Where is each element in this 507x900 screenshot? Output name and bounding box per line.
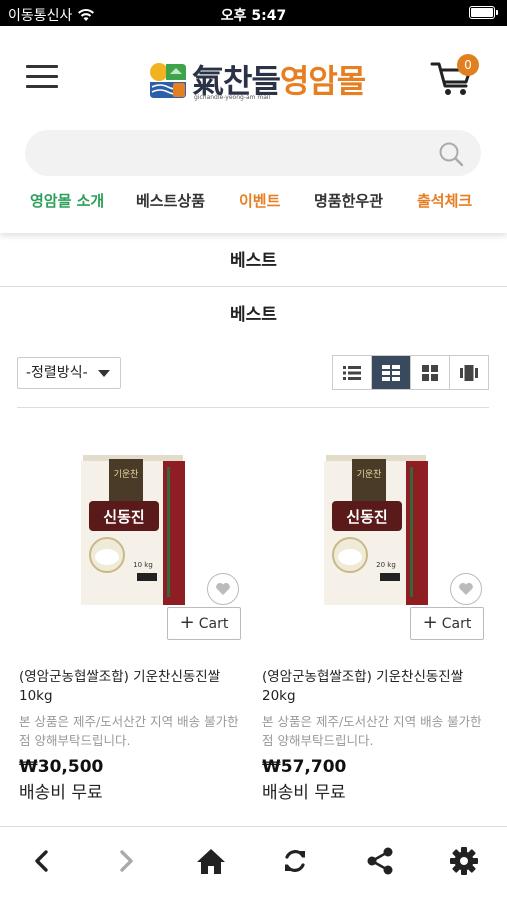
product-description: 본 상품은 제주/도서산간 지역 배송 불가한 점 양해부탁드립니다. (19, 714, 239, 748)
breadcrumb-title: 베스트 (230, 251, 277, 271)
search-bar (25, 130, 481, 176)
bag-label: 신동진 (346, 508, 387, 526)
status-bar: 이동통신사 오후 5:47 (0, 0, 507, 26)
refresh-icon (285, 850, 305, 872)
chevron-right-icon (120, 850, 133, 872)
list-view-button[interactable] (333, 356, 372, 389)
heart-icon (216, 582, 230, 595)
gear-icon (450, 847, 478, 875)
wishlist-button[interactable] (207, 573, 239, 605)
page-title: 베스트 (230, 305, 277, 325)
hamburger-line (26, 75, 58, 78)
caret-down-icon (98, 370, 110, 377)
nav-item-premium-hanwoo[interactable]: 명품한우관 (314, 190, 383, 211)
bag-label: 신동진 (103, 508, 144, 526)
logo-subtitle: gichandle-yeong-am mall (194, 94, 271, 101)
product-card: 기운찬 신동진 10 kg + Cart (영암군농협쌀조합) 기운찬신동진쌀 … (19, 440, 251, 810)
bag-weight: 20 kg (376, 561, 396, 569)
back-button[interactable] (22, 841, 62, 881)
category-nav: 영암몰 소개 베스트상품 이벤트 명품한우관 출석체크 (0, 190, 507, 218)
product-name[interactable]: (영암군농협쌀조합) 기운찬신동진쌀 10kg (19, 668, 251, 706)
grid-2-view-button[interactable] (372, 356, 411, 389)
hamburger-line (26, 85, 58, 88)
nav-item-intro[interactable]: 영암몰 소개 (30, 190, 104, 211)
sort-dropdown-label: -정렬방식- (26, 365, 88, 381)
list-view-icon (343, 365, 361, 380)
refresh-button[interactable] (275, 841, 315, 881)
nav-item-best-products[interactable]: 베스트상품 (136, 190, 205, 211)
plus-icon: + (179, 611, 195, 633)
header: 氣찬들영암몰 gichandle-yeong-am mall 0 영암몰 소개 … (0, 26, 507, 233)
share-icon (367, 847, 393, 875)
site-logo[interactable]: 氣찬들영암몰 gichandle-yeong-am mall (148, 56, 368, 102)
svg-text:기운찬: 기운찬 (357, 469, 382, 480)
divider (0, 286, 507, 287)
add-to-cart-label: Cart (441, 615, 472, 632)
gallery-view-button[interactable] (450, 356, 488, 389)
shipping-info: 배송비 무료 (262, 783, 346, 803)
home-button[interactable] (191, 841, 231, 881)
grid-large-view-button[interactable] (411, 356, 450, 389)
product-description: 본 상품은 제주/도서산간 지역 배송 불가한 점 양해부탁드립니다. (262, 714, 482, 748)
product-image[interactable]: 기운찬 신동진 20 kg (322, 455, 430, 611)
product-image[interactable]: 기운찬 신동진 10 kg (79, 455, 187, 611)
product-price: ₩57,700 (262, 757, 347, 777)
nav-item-attendance[interactable]: 출석체크 (417, 190, 472, 211)
status-time: 오후 5:47 (220, 8, 287, 24)
heart-icon (459, 582, 473, 595)
product-name[interactable]: (영암군농협쌀조합) 기운찬신동진쌀 20kg (262, 668, 494, 706)
nav-item-event[interactable]: 이벤트 (239, 190, 280, 211)
chevron-left-icon (35, 850, 48, 872)
logo-emblem-icon (148, 60, 188, 100)
shipping-info: 배송비 무료 (19, 783, 103, 803)
hamburger-line (26, 65, 58, 68)
search-input[interactable] (43, 130, 423, 176)
view-toggle-group (332, 355, 489, 390)
add-to-cart-label: Cart (198, 615, 229, 632)
sort-dropdown[interactable]: -정렬방식- (17, 357, 121, 389)
share-button[interactable] (360, 841, 400, 881)
wishlist-button[interactable] (450, 573, 482, 605)
battery-icon (469, 6, 498, 19)
forward-button[interactable] (106, 841, 146, 881)
home-icon (197, 849, 225, 874)
logo-text-secondary: 영암몰 (279, 62, 366, 100)
gallery-view-icon (460, 364, 478, 381)
product-price: ₩30,500 (19, 757, 104, 777)
product-card: 기운찬 신동진 20 kg + Cart (영암군농협쌀조합) 기운찬신동진쌀 … (262, 440, 494, 810)
bottom-toolbar (0, 826, 507, 900)
add-to-cart-button[interactable]: + Cart (167, 607, 241, 640)
cart-button[interactable]: 0 (430, 54, 482, 98)
add-to-cart-button[interactable]: + Cart (410, 607, 484, 640)
plus-icon: + (422, 611, 438, 633)
settings-button[interactable] (444, 841, 484, 881)
grid-large-icon (422, 364, 438, 381)
svg-text:기운찬: 기운찬 (114, 469, 139, 480)
grid-view-icon (382, 364, 400, 381)
bag-weight: 10 kg (133, 561, 153, 569)
cart-count-badge: 0 (457, 54, 479, 76)
search-icon[interactable] (437, 140, 465, 168)
menu-button[interactable] (22, 62, 62, 92)
divider (17, 407, 489, 408)
